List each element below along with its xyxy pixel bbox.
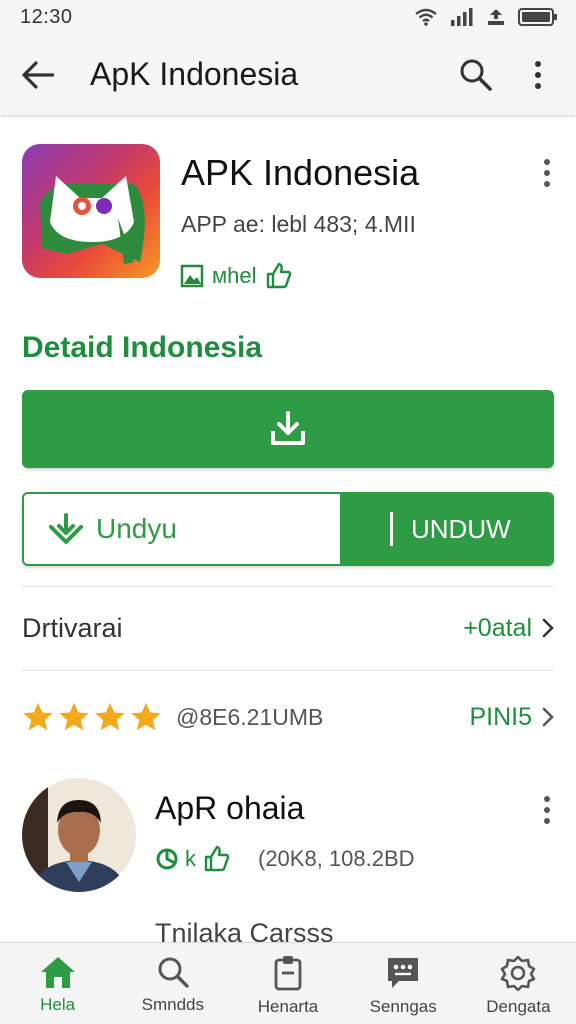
signal-icon [451,8,473,26]
chevron-right-icon [542,707,554,727]
battery-icon [518,8,557,26]
nav-item-home[interactable]: Hela [0,943,115,1024]
app-more-button[interactable] [532,155,562,191]
download-icon [271,411,305,445]
section-title: Detaid Indonesia [22,331,263,364]
download-button[interactable] [22,390,554,468]
rating-link-label: PINI5 [469,702,532,731]
status-time: 12:30 [20,5,73,28]
details-label: Drtivarai [22,612,123,643]
home-icon [40,957,75,988]
split-divider-bar [390,512,393,546]
nav-label: Henarta [257,997,319,1016]
reviewer-name: ApR ohaia [155,790,305,826]
star-icon [95,703,125,731]
status-icons [414,8,558,26]
rating-row[interactable]: @8E6.21UMB PINI5 [22,697,554,737]
review-more-button[interactable] [532,793,562,827]
more-options-button[interactable] [518,55,558,95]
nav-item-settings[interactable]: Dengata [461,943,576,1024]
rating-summary: @8E6.21UMB [22,702,323,732]
settings-icon [501,955,536,991]
clipboard-icon [274,956,302,991]
divider [22,586,554,587]
nav-item-search[interactable]: Smndds [115,943,230,1024]
nav-label: Smndds [141,995,204,1014]
star-icon [23,703,53,731]
chevron-right-icon [542,618,554,638]
app-badge-label: мhel [212,263,257,288]
data-sync-icon [488,9,504,25]
person-avatar-icon [22,778,136,892]
arrow-back-icon [22,60,54,89]
details-row[interactable]: Drtivarai +0atal [22,608,554,648]
unduh-button-label: Undyu [96,513,177,544]
nav-label: Senngas [369,997,437,1016]
nav-item-chat[interactable]: Senngas [346,943,461,1024]
app-bar: ApK Indonesia [0,34,576,116]
rating-count: @8E6.21UMB [176,703,324,730]
app-badge: мhel [180,262,292,290]
nav-label: Dengata [486,997,551,1016]
nav-label: Hela [40,995,76,1014]
image-icon [180,264,204,288]
unduw-button-label: UNDUW [411,513,511,544]
app-icon [22,144,160,278]
review-likes: k [185,846,196,871]
status-bar: 12:30 [0,0,576,34]
download-check-icon [49,513,83,544]
reviewer-avatar[interactable] [22,778,136,892]
unduw-button[interactable]: UNDUW [340,494,552,564]
app-meta: APP ae: lebl 483; 4.MII [181,211,416,237]
thumbs-up-icon[interactable] [202,845,230,873]
rating-link[interactable]: PINI5 [469,703,554,732]
divider [22,670,554,671]
split-download-button: Undyu UNDUW [22,492,554,566]
back-button[interactable] [18,55,58,95]
nav-item-clipboard[interactable]: Henarta [230,943,345,1024]
more-vert-icon [544,159,550,187]
details-link[interactable]: +0atal [463,614,554,643]
app-name: APK Indonesia [181,152,420,193]
thumbs-up-icon [267,262,292,289]
search-icon [460,59,492,91]
app-logo-icon [40,176,145,264]
review-date: (20K8, 108.2BD [258,846,415,871]
bottom-nav: Hela Smndds Henarta Senngas Dengata [0,942,576,1024]
star-icon [59,703,89,731]
more-vert-icon [535,60,541,89]
unduh-button[interactable]: Undyu [24,494,340,564]
star-icon [131,703,161,731]
search-icon [158,957,189,988]
wifi-icon [415,8,437,26]
like-badge-icon [156,848,178,870]
more-vert-icon [544,796,550,824]
rating-stars [22,702,162,732]
review-meta: k (20K8, 108.2BD [155,845,415,873]
app-bar-title: ApK Indonesia [90,56,299,92]
search-button[interactable] [456,55,496,95]
chat-icon [388,958,419,988]
details-link-label: +0atal [463,613,532,642]
